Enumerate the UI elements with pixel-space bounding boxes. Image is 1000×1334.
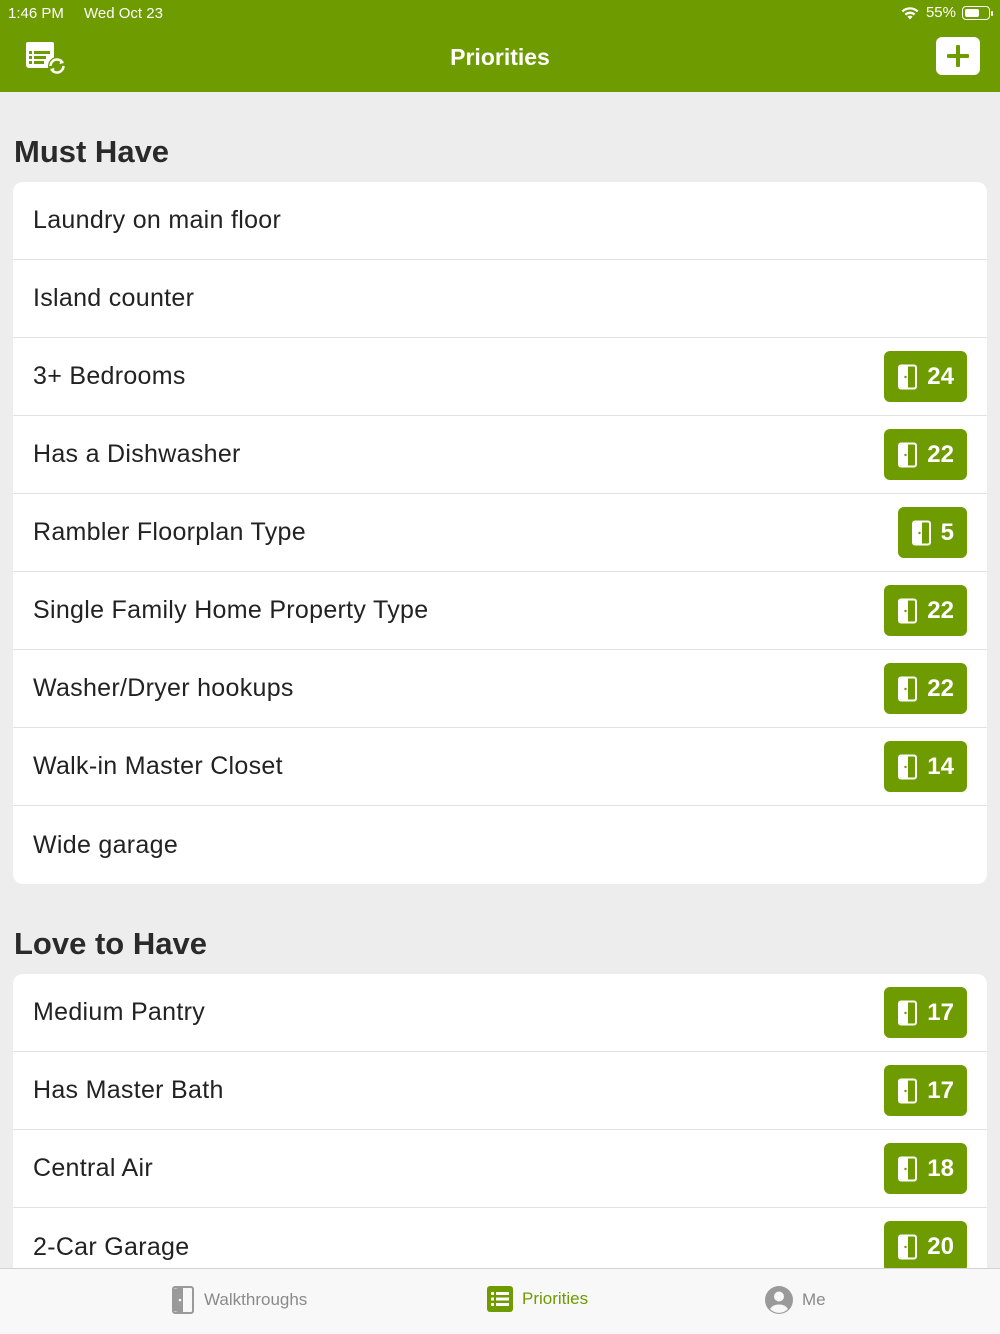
walkthrough-count: 24 <box>927 362 954 390</box>
priorities-list[interactable]: Must Have Laundry on main floor Island co… <box>0 92 1000 1268</box>
walkthrough-count-badge[interactable]: 17 <box>884 987 967 1038</box>
walkthrough-count-badge[interactable]: 14 <box>884 741 967 792</box>
tab-walkthroughs[interactable]: Walkthroughs <box>170 1285 307 1315</box>
battery-icon <box>962 5 993 20</box>
status-bar: 1:46 PM Wed Oct 23 55% <box>0 0 1000 28</box>
must-have-card: Laundry on main floor Island counter 3+ Be… <box>13 182 987 884</box>
walkthrough-count: 20 <box>927 1232 954 1260</box>
priority-label: Walk-in Master Closet <box>33 752 283 780</box>
walkthrough-count: 5 <box>940 518 954 546</box>
door-icon <box>898 1156 918 1181</box>
priority-label: 3+ Bedrooms <box>33 362 186 390</box>
walkthrough-count-badge[interactable]: 5 <box>897 507 967 558</box>
priority-row[interactable]: 3+ Bedrooms 24 <box>13 338 987 416</box>
priority-label: Wide garage <box>33 830 179 859</box>
priority-row[interactable]: Central Air 18 <box>13 1130 987 1208</box>
status-time: 1:46 PM <box>8 5 64 22</box>
priority-row[interactable]: Island counter <box>13 260 987 338</box>
page-title: Priorities <box>450 44 550 70</box>
tab-priorities[interactable]: Priorities <box>486 1285 588 1313</box>
door-icon <box>898 754 918 779</box>
section-title-must-have: Must Have <box>14 134 170 169</box>
priority-label: Single Family Home Property Type <box>33 596 429 624</box>
door-icon <box>911 520 931 545</box>
priority-row[interactable]: Wide garage <box>13 806 987 884</box>
section-must-have: Must Have Laundry on main floor Island co… <box>0 132 1000 884</box>
door-icon <box>898 442 918 467</box>
battery-percent: 55% <box>925 4 956 21</box>
door-icon <box>898 1078 918 1103</box>
plus-icon <box>947 45 969 67</box>
walkthrough-count: 14 <box>927 752 954 780</box>
door-icon <box>898 676 918 701</box>
door-icon <box>898 364 918 389</box>
priority-row[interactable]: Washer/Dryer hookups 22 <box>13 650 987 728</box>
priority-label: Has a Dishwasher <box>33 440 241 468</box>
walkthrough-count: 22 <box>927 596 954 624</box>
section-title-love-to-have: Love to Have <box>14 926 207 961</box>
list-icon <box>487 1286 513 1312</box>
door-icon <box>898 1000 918 1025</box>
app: 1:46 PM Wed Oct 23 55% Priorities Must H… <box>0 0 1000 1334</box>
walkthrough-count: 17 <box>927 1076 954 1104</box>
tab-label-priorities: Priorities <box>522 1289 589 1308</box>
priority-row[interactable]: Medium Pantry 17 <box>13 974 987 1052</box>
walkthrough-count-badge[interactable]: 18 <box>884 1143 967 1194</box>
walkthrough-count-badge[interactable]: 17 <box>884 1065 967 1116</box>
status-right: 55% <box>900 4 993 21</box>
walkthrough-count: 17 <box>927 998 954 1026</box>
priority-row[interactable]: Has a Dishwasher 22 <box>13 416 987 494</box>
section-love-to-have: Love to Have Medium Pantry 17 Has Master B… <box>0 924 1000 1268</box>
tab-label-me: Me <box>802 1290 826 1309</box>
priority-label: Medium Pantry <box>33 998 206 1026</box>
priority-label: Rambler Floorplan Type <box>33 518 306 546</box>
walkthrough-count-badge[interactable]: 20 <box>884 1221 967 1268</box>
wifi-icon <box>901 6 919 19</box>
priority-label: Laundry on main floor <box>33 206 282 234</box>
priority-row[interactable]: 2-Car Garage 20 <box>13 1208 987 1268</box>
add-priority-button[interactable] <box>936 37 980 75</box>
priority-row[interactable]: Walk-in Master Closet 14 <box>13 728 987 806</box>
priority-row[interactable]: Has Master Bath 17 <box>13 1052 987 1130</box>
walkthrough-count-badge[interactable]: 24 <box>884 351 967 402</box>
priority-row[interactable]: Single Family Home Property Type 22 <box>13 572 987 650</box>
priority-label: Central Air <box>33 1154 154 1182</box>
door-icon <box>172 1286 194 1314</box>
walkthrough-count-badge[interactable]: 22 <box>884 429 967 480</box>
priority-label: Island counter <box>33 284 195 312</box>
love-to-have-card: Medium Pantry 17 Has Master Bath 17 Central … <box>13 974 987 1268</box>
priority-row[interactable]: Laundry on main floor <box>13 182 987 260</box>
priority-row[interactable]: Rambler Floorplan Type 5 <box>13 494 987 572</box>
tab-label-walkthroughs: Walkthroughs <box>204 1290 308 1309</box>
header-bar: 1:46 PM Wed Oct 23 55% Priorities <box>0 0 1000 92</box>
priority-label: 2-Car Garage <box>33 1232 190 1261</box>
tab-bar: Walkthroughs Priorities Me <box>0 1268 1000 1334</box>
walkthrough-count-badge[interactable]: 22 <box>884 585 967 636</box>
walkthrough-count: 18 <box>927 1154 954 1182</box>
priority-label: Washer/Dryer hookups <box>33 674 294 702</box>
door-icon <box>898 1234 918 1259</box>
walkthrough-count-badge[interactable]: 22 <box>884 663 967 714</box>
status-date: Wed Oct 23 <box>84 5 163 22</box>
door-icon <box>898 598 918 623</box>
person-icon <box>765 1286 793 1314</box>
walkthrough-count: 22 <box>927 440 954 468</box>
walkthrough-count: 22 <box>927 674 954 702</box>
tab-me[interactable]: Me <box>764 1285 826 1315</box>
priority-label: Has Master Bath <box>33 1076 224 1104</box>
